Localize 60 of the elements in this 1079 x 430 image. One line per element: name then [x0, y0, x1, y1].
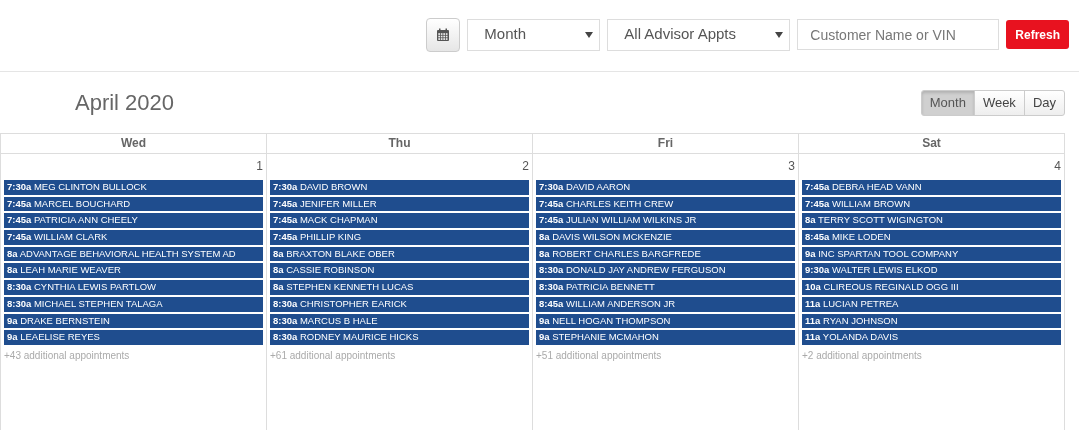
appointment-event[interactable]: 8:45a WILLIAM ANDERSON JR: [536, 296, 795, 312]
appointment-event[interactable]: 7:30a DAVID AARON: [536, 180, 795, 195]
appointment-event[interactable]: 7:30a DAVID BROWN: [270, 180, 529, 195]
refresh-button[interactable]: Refresh: [1006, 20, 1069, 49]
appointment-event[interactable]: 8a CASSIE ROBINSON: [270, 263, 529, 279]
appointment-event[interactable]: 11a RYAN JOHNSON: [802, 313, 1061, 329]
date-number: 1: [256, 158, 263, 175]
month-title: April 2020: [75, 89, 175, 117]
appointment-event[interactable]: 7:45a CHARLES KEITH CREW: [536, 196, 795, 212]
appointment-event[interactable]: 7:45a JENIFER MILLER: [270, 196, 529, 212]
appointment-event[interactable]: 7:45a WILLIAM CLARK: [4, 230, 263, 245]
appointment-event[interactable]: 7:45a DEBRA HEAD VANN: [802, 180, 1061, 195]
appointment-event[interactable]: 7:45a PATRICIA ANN CHEELY: [4, 213, 263, 229]
appointment-event[interactable]: 8a LEAH MARIE WEAVER: [4, 263, 263, 279]
appointment-event[interactable]: 8a TERRY SCOTT WIGINGTON: [802, 213, 1061, 229]
view-select[interactable]: Month: [467, 18, 601, 51]
view-tab[interactable]: Week: [973, 89, 1025, 116]
appointment-event[interactable]: 9a NELL HOGAN THOMPSON: [536, 313, 795, 329]
weekday-header: Fri: [533, 134, 798, 154]
caret-icon: [775, 31, 784, 38]
search-field[interactable]: Customer Name or VIN: [797, 19, 1000, 50]
weekday-header: Wed: [1, 134, 266, 154]
appointment-event[interactable]: 7:45a MARCEL BOUCHARD: [4, 196, 263, 212]
weekday-header: Thu: [267, 134, 532, 154]
appointment-event[interactable]: 8a DAVIS WILSON MCKENZIE: [536, 230, 795, 245]
weekday-header: Sat: [799, 134, 1064, 154]
appointment-event[interactable]: 11a LUCIAN PETREA: [802, 296, 1061, 312]
view-tab[interactable]: Month: [920, 89, 975, 116]
appointment-event[interactable]: 8:30a PATRICIA BENNETT: [536, 280, 795, 295]
appointment-event[interactable]: 9:30a WALTER LEWIS ELKOD: [802, 263, 1061, 279]
appointment-event[interactable]: 10a CLIREOUS REGINALD OGG III: [802, 280, 1061, 295]
appointment-event[interactable]: 11a YOLANDA DAVIS: [802, 330, 1061, 345]
appointment-event[interactable]: 8:30a MICHAEL STEPHEN TALAGA: [4, 296, 263, 312]
caret-icon: [585, 31, 594, 38]
date-number: 3: [788, 158, 795, 175]
appointment-event[interactable]: 8:30a RODNEY MAURICE HICKS: [270, 330, 529, 345]
appointment-event[interactable]: 8a STEPHEN KENNETH LUCAS: [270, 280, 529, 295]
appointment-event[interactable]: 8:30a CYNTHIA LEWIS PARTLOW: [4, 280, 263, 295]
appointment-event[interactable]: 9a LEAELISE REYES: [4, 330, 263, 345]
appointment-event[interactable]: 8a ADVANTAGE BEHAVIORAL HEALTH SYSTEM AD: [4, 246, 263, 262]
appointment-event[interactable]: 9a STEPHANIE MCMAHON: [536, 330, 795, 345]
appointment-event[interactable]: 8:30a CHRISTOPHER EARICK: [270, 296, 529, 312]
calendar-button[interactable]: [426, 17, 461, 52]
appointment-event[interactable]: 9a INC SPARTAN TOOL COMPANY: [802, 246, 1061, 262]
appointment-event[interactable]: 8a ROBERT CHARLES BARGFREDE: [536, 246, 795, 262]
appointment-event[interactable]: 8:30a DONALD JAY ANDREW FERGUSON: [536, 263, 795, 279]
date-number: 2: [522, 158, 529, 175]
appointment-event[interactable]: 7:45a MACK CHAPMAN: [270, 213, 529, 229]
appointment-event[interactable]: 7:30a MEG CLINTON BULLOCK: [4, 180, 263, 195]
appointment-event[interactable]: 8:30a MARCUS B HALE: [270, 313, 529, 329]
appointment-event[interactable]: 7:45a JULIAN WILLIAM WILKINS JR: [536, 213, 795, 229]
view-tab[interactable]: Day: [1023, 89, 1065, 116]
appointment-event[interactable]: 9a DRAKE BERNSTEIN: [4, 313, 263, 329]
calendar-icon: [436, 27, 451, 42]
filter-select[interactable]: All Advisor Appts: [607, 18, 791, 51]
appointment-event[interactable]: 8a BRAXTON BLAKE OBER: [270, 246, 529, 262]
appointment-event[interactable]: 8:45a MIKE LODEN: [802, 230, 1061, 245]
date-number: 4: [1054, 158, 1061, 175]
appointment-event[interactable]: 7:45a WILLIAM BROWN: [802, 196, 1061, 212]
appointment-event[interactable]: 7:45a PHILLIP KING: [270, 230, 529, 245]
